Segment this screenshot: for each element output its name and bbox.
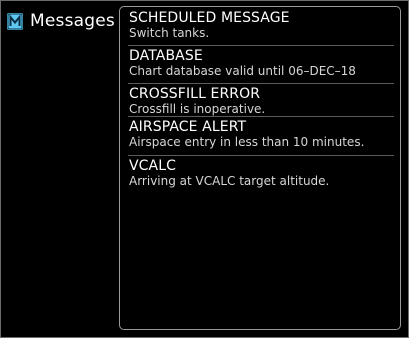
message-list[interactable]: SCHEDULED MESSAGE Switch tanks. DATABASE…	[119, 6, 401, 330]
message-title: SCHEDULED MESSAGE	[129, 10, 290, 26]
divider	[128, 116, 394, 117]
divider	[128, 45, 394, 46]
message-item[interactable]: SCHEDULED MESSAGE Switch tanks.	[129, 10, 392, 41]
message-item[interactable]: CROSSFILL ERROR Crossfill is inoperative…	[129, 86, 392, 117]
message-title: VCALC	[129, 158, 177, 174]
message-body: Switch tanks.	[129, 26, 210, 40]
messages-header: Messages	[7, 9, 115, 33]
message-body: Crossfill is inoperative.	[129, 102, 266, 116]
messages-icon	[7, 12, 23, 30]
message-title: CROSSFILL ERROR	[129, 86, 261, 102]
message-title: DATABASE	[129, 48, 203, 64]
screen-frame: Messages SCHEDULED MESSAGE Switch tanks.…	[0, 0, 409, 338]
message-item[interactable]: DATABASE Chart database valid until 06–D…	[129, 48, 392, 79]
message-body: Chart database valid until 06–DEC–18	[129, 64, 356, 78]
message-body: Arriving at VCALC target altitude.	[129, 174, 330, 188]
divider	[128, 83, 394, 84]
message-item[interactable]: VCALC Arriving at VCALC target altitude.	[129, 158, 392, 189]
page-title: Messages	[30, 11, 115, 31]
message-item[interactable]: AIRSPACE ALERT Airspace entry in less th…	[129, 119, 392, 150]
divider	[128, 155, 394, 156]
message-title: AIRSPACE ALERT	[129, 119, 247, 135]
message-body: Airspace entry in less than 10 minutes.	[129, 135, 365, 149]
